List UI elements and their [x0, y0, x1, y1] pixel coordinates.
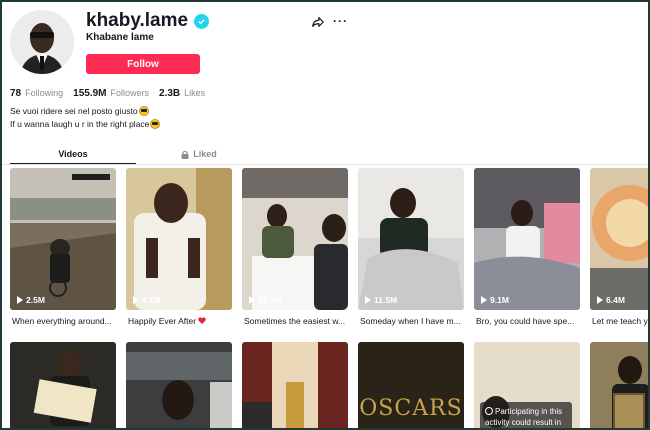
- video-thumbnail[interactable]: [242, 168, 348, 310]
- stat-likes-count: 2.3B: [159, 88, 181, 99]
- video-caption[interactable]: Bro, you could have spe...: [476, 316, 580, 326]
- view-count-value: 6.4M: [606, 295, 625, 305]
- video-thumbnail[interactable]: OSCARS: [358, 342, 464, 428]
- video-caption-text: Happily Ever After: [128, 316, 197, 326]
- view-count-value: 2.5M: [26, 295, 45, 305]
- play-icon: [481, 296, 487, 304]
- avatar[interactable]: [10, 10, 74, 74]
- view-count: 6.4M: [597, 295, 625, 305]
- video-thumbnail[interactable]: [474, 168, 580, 310]
- stat-likes-label: Likes: [184, 88, 206, 98]
- view-count: 9.1M: [481, 295, 509, 305]
- view-count: 11.5M: [365, 295, 397, 305]
- video-thumbnail[interactable]: [126, 168, 232, 310]
- oscars-title-graphic: OSCARS: [359, 396, 463, 421]
- play-icon: [597, 296, 603, 304]
- username: khaby.lame: [86, 10, 189, 31]
- sunglasses-emoji-icon: [138, 106, 149, 116]
- video-caption[interactable]: When everything around...: [12, 316, 116, 326]
- view-count-value: 9.1M: [490, 295, 509, 305]
- video-thumbnail[interactable]: [590, 342, 648, 428]
- content-notice: Participating in this activity could res…: [480, 402, 572, 428]
- view-count: 4.1M: [133, 295, 161, 305]
- profile-page: khaby.lame Khabane lame Follow ··· 78 Fo…: [2, 2, 648, 428]
- avatar-image: [10, 10, 74, 74]
- profile-tabs: Videos Liked: [2, 144, 648, 164]
- video-thumbnail[interactable]: [358, 168, 464, 310]
- video-caption[interactable]: Someday when I have m...: [360, 316, 464, 326]
- bio-line-1: Se vuoi ridere sei nel posto giusto: [10, 106, 138, 116]
- tabs-divider: [2, 164, 648, 165]
- view-count-value: 4.1M: [142, 295, 161, 305]
- sunglasses-emoji-icon: [150, 119, 161, 129]
- play-icon: [365, 296, 371, 304]
- view-count-value: 16.1M: [258, 295, 282, 305]
- play-icon: [133, 296, 139, 304]
- stat-following-label: Following: [25, 88, 64, 98]
- video-thumbnail[interactable]: [242, 342, 348, 428]
- view-count: 16.1M: [249, 295, 282, 305]
- stat-followers-count: 155.9M: [73, 88, 107, 99]
- profile-stats: 78 Following 155.9M Followers 2.3B Likes: [10, 88, 205, 99]
- view-count-value: 11.5M: [374, 295, 398, 305]
- video-thumbnail[interactable]: [590, 168, 648, 310]
- stat-following[interactable]: 78 Following: [10, 88, 63, 99]
- content-notice-text: Participating in this activity could res…: [485, 407, 563, 427]
- video-caption[interactable]: Sometimes the easiest w...: [244, 316, 348, 326]
- stat-likes: 2.3B Likes: [159, 88, 205, 99]
- video-thumbnail[interactable]: [10, 342, 116, 428]
- info-icon: [485, 407, 493, 415]
- more-icon[interactable]: ···: [333, 14, 348, 28]
- view-count: 2.5M: [17, 295, 45, 305]
- nickname: Khabane lame: [86, 32, 154, 43]
- share-icon[interactable]: [311, 15, 325, 29]
- tab-liked-label: Liked: [193, 149, 217, 159]
- play-icon: [17, 296, 23, 304]
- bio: Se vuoi ridere sei nel posto giusto If u…: [10, 105, 161, 131]
- stat-following-count: 78: [10, 88, 22, 99]
- verified-badge-icon: [194, 13, 210, 29]
- bio-line-2: If u wanna laugh u r in the right place: [10, 119, 150, 129]
- video-caption[interactable]: Happily Ever After: [128, 316, 232, 326]
- play-icon: [249, 296, 255, 304]
- follow-button[interactable]: Follow: [86, 54, 200, 74]
- stat-followers-label: Followers: [110, 88, 150, 98]
- video-thumbnail[interactable]: [126, 342, 232, 428]
- heart-icon: [198, 317, 207, 324]
- tab-liked[interactable]: Liked: [136, 144, 262, 164]
- lock-icon: [181, 150, 189, 159]
- tab-videos[interactable]: Videos: [10, 144, 136, 164]
- stat-followers[interactable]: 155.9M Followers: [73, 88, 149, 99]
- video-thumbnail[interactable]: Participating in this activity could res…: [474, 342, 580, 428]
- video-thumbnail[interactable]: [10, 168, 116, 310]
- video-caption[interactable]: Let me teach y...: [592, 316, 648, 326]
